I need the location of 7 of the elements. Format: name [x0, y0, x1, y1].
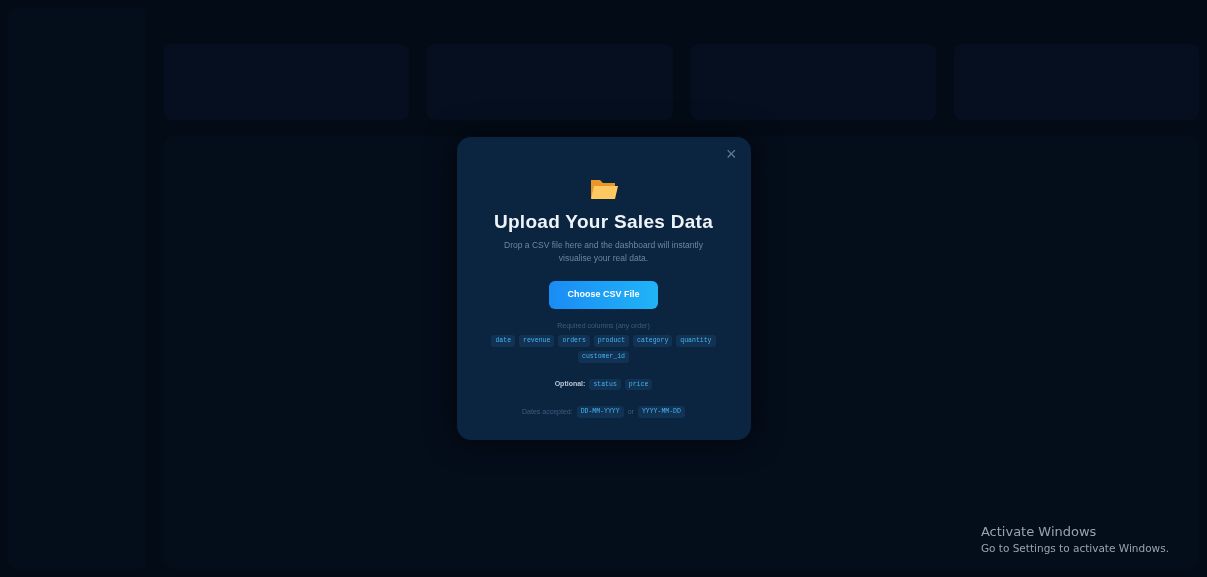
choose-file-button[interactable]: Choose CSV File [549, 281, 658, 309]
dialog-title: Upload Your Sales Data [492, 211, 715, 233]
activation-text: Go to Settings to activate Windows. [980, 541, 1169, 557]
close-button[interactable]: × [722, 143, 741, 165]
folder-icon [588, 177, 619, 201]
dialog-description: Drop a CSV file here and the dashboard will instantly visualise your real data. [503, 238, 704, 266]
activation-title: Activate Windows [980, 522, 1098, 541]
